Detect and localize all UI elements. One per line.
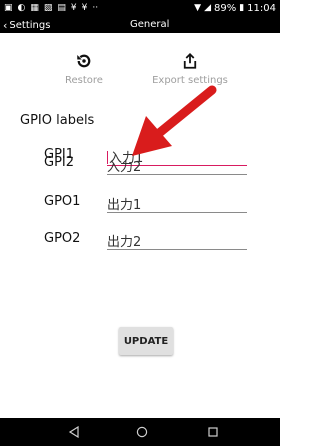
update-button[interactable]: UPDATE	[119, 327, 173, 355]
navigation-bar	[0, 418, 280, 446]
recents-nav-icon[interactable]	[203, 423, 223, 441]
back-nav-icon[interactable]	[64, 423, 84, 441]
home-nav-icon[interactable]	[132, 423, 152, 441]
annotation-arrow	[132, 85, 217, 156]
